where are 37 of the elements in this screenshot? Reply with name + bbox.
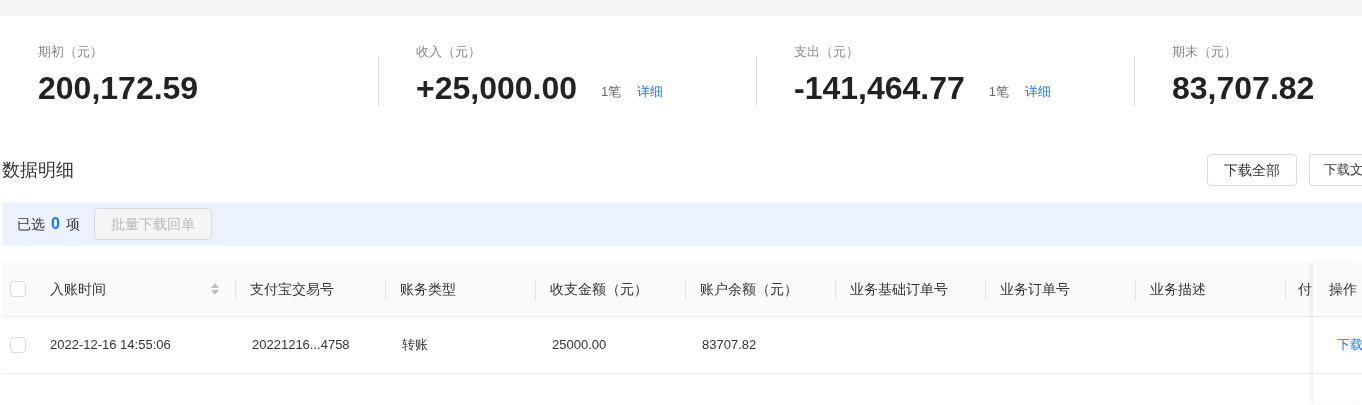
sort-icon[interactable] (210, 282, 220, 296)
section-title: 数据明细 (2, 158, 74, 182)
column-header: 付 (1298, 279, 1312, 299)
stat-value: +25,000.00 (416, 68, 578, 108)
column-header: 支付宝交易号 (250, 279, 334, 299)
selection-count: 0 (51, 214, 60, 234)
detail-link[interactable]: 详细 (1025, 82, 1052, 102)
stat-count: 1笔 (988, 83, 1010, 101)
column-header: 业务描述 (1150, 279, 1206, 299)
table-cell-text: 25000.00 (552, 336, 607, 355)
column-header: 操作 (1329, 279, 1357, 299)
column-header: 收支金额（元） (550, 279, 648, 299)
detail-link[interactable]: 详细 (637, 82, 664, 102)
download-button[interactable]: 下载全部 (1207, 154, 1297, 186)
stat-label: 期初（元） (38, 43, 104, 61)
stat-count: 1笔 (601, 83, 622, 101)
stat-label: 收入（元） (416, 43, 482, 61)
checkbox[interactable] (10, 337, 26, 353)
stat-value: 83,707.82 (1172, 68, 1315, 108)
column-header: 业务基础订单号 (850, 279, 948, 299)
column-header: 账务类型 (400, 279, 456, 299)
table-cell-text: 2022-12-16 14:55:06 (50, 336, 171, 355)
column-header: 账户余额（元） (700, 279, 798, 299)
selection-prefix: 已选 (17, 214, 45, 234)
stat-label: 期末（元） (1172, 43, 1238, 61)
selection-suffix: 项 (65, 214, 80, 234)
table-cell-text: 83707.82 (702, 336, 757, 355)
column-header: 业务订单号 (1000, 279, 1070, 299)
column-header: 入账时间 (50, 279, 106, 299)
stat-value: -141,464.77 (794, 68, 965, 108)
stat-label: 支出（元） (794, 43, 860, 61)
download-link[interactable]: 下载 (1337, 335, 1362, 355)
table-cell-text: 20221216...4758 (252, 336, 350, 355)
table-cell-text: 转账 (402, 336, 428, 355)
download-button[interactable]: 下载文 (1309, 154, 1362, 186)
stat-value: 200,172.59 (38, 68, 199, 108)
checkbox[interactable] (10, 281, 26, 297)
